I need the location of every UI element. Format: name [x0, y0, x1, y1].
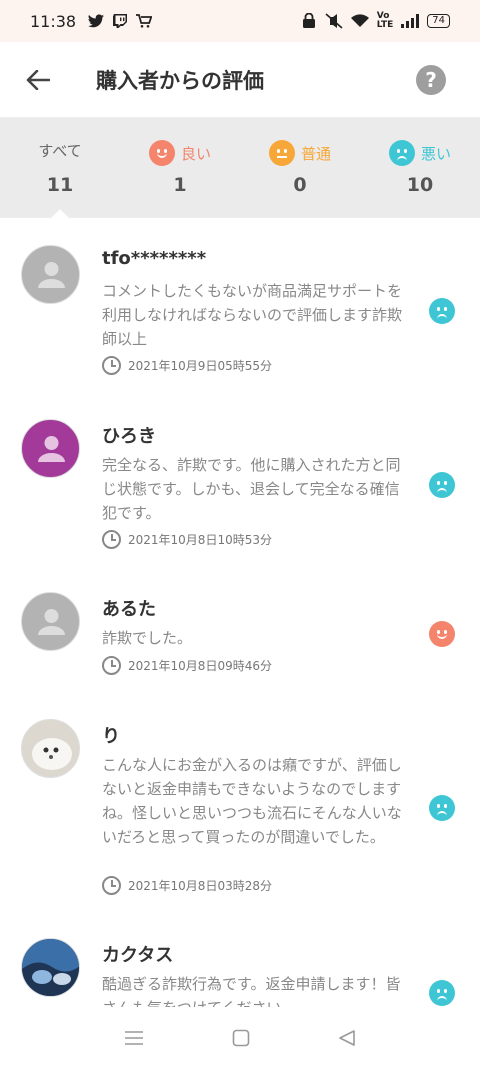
page-title: 購入者からの評価	[96, 68, 264, 93]
twitch-icon	[113, 14, 128, 28]
avatar[interactable]	[21, 938, 80, 997]
review-date-text: 2021年10月8日03時28分	[128, 879, 272, 893]
filter-all-count: 11	[46, 174, 74, 196]
wifi-icon	[350, 14, 369, 27]
avatar[interactable]	[21, 245, 80, 304]
question-mark-icon: ?	[425, 67, 437, 92]
filter-normal[interactable]: 普通 0	[240, 118, 360, 218]
review-date-text: 2021年10月8日09時46分	[128, 659, 272, 673]
help-button[interactable]: ?	[416, 64, 446, 95]
twitter-icon	[88, 14, 105, 28]
filter-good-count: 1	[173, 174, 187, 196]
app-bar: 購入者からの評価 ?	[0, 42, 480, 118]
filter-good[interactable]: 良い 1	[120, 118, 240, 218]
clock-icon	[102, 356, 121, 375]
review-date-text: 2021年10月9日05時55分	[128, 359, 272, 373]
mute-icon	[325, 13, 343, 29]
default-user-icon	[38, 436, 65, 462]
selected-indicator	[50, 209, 70, 219]
review-comment: こんな人にお金が入るのは癪ですが、評価しないと返金申請もできないようなのでします…	[102, 756, 402, 846]
back-button[interactable]	[0, 42, 76, 118]
battery-icon: 74	[427, 14, 450, 28]
nfc-lock-icon	[302, 13, 315, 28]
notification-icons	[88, 14, 153, 28]
sad-face-icon	[429, 795, 455, 821]
sad-face-icon	[429, 980, 455, 1006]
art-photo-icon	[22, 939, 79, 996]
filter-all[interactable]: すべて 11	[0, 118, 120, 219]
clock-icon	[102, 876, 121, 895]
review-comment: 酷過ぎる詐欺行為です。返金申請します！皆さんも気をつけてください。	[102, 975, 401, 1007]
filter-good-label: 良い	[180, 144, 211, 163]
arrow-left-icon	[26, 69, 50, 90]
status-bar: 11:38 Vo LTE 74	[0, 0, 480, 42]
review-date: 2021年10月8日10時53分	[102, 530, 272, 549]
shopping-cart-icon	[136, 14, 153, 28]
signal-icon	[401, 14, 420, 28]
review-comment: 詐欺でした。	[102, 629, 193, 647]
review-comment: コメントしたくもないが商品満足サポートを利用しなければならないので評価します詐欺…	[102, 282, 403, 348]
home-icon[interactable]	[232, 1029, 250, 1047]
review-comment: 完全なる、詐欺です。他に購入された方と同じ状態です。しかも、退会して完全なる確信…	[102, 456, 401, 522]
clock-icon	[102, 656, 121, 675]
avatar[interactable]	[21, 719, 80, 778]
avatar[interactable]	[21, 592, 80, 651]
recent-apps-icon[interactable]	[124, 1030, 144, 1046]
system-status-icons: Vo LTE 74	[301, 12, 450, 30]
reviewer-name: カクタス	[102, 945, 174, 966]
filter-normal-label: 普通	[300, 144, 331, 163]
review-date: 2021年10月9日05時55分	[102, 356, 272, 375]
smile-face-icon	[429, 621, 455, 647]
filter-bad-count: 10	[406, 174, 434, 196]
back-nav-icon[interactable]	[338, 1029, 356, 1047]
reviewer-name: ひろき	[102, 426, 156, 447]
avatar[interactable]	[21, 419, 80, 478]
reviewer-name: tfo********	[102, 248, 207, 269]
filter-all-label: すべて	[38, 142, 82, 160]
review-item[interactable]: カクタス 酷過ぎる詐欺行為です。返金申請します！皆さんも気をつけてください。	[0, 938, 480, 1007]
reviewer-name: あるた	[102, 599, 156, 620]
smile-face-icon	[148, 140, 175, 166]
status-time: 11:38	[30, 11, 77, 31]
review-date-text: 2021年10月8日10時53分	[128, 533, 272, 547]
review-date: 2021年10月8日03時28分	[102, 876, 272, 895]
filter-bad-label: 悪い	[420, 144, 451, 163]
sad-face-icon	[429, 472, 455, 498]
dog-photo-icon	[22, 720, 79, 777]
neutral-face-icon	[268, 140, 295, 166]
reviewer-name: り	[102, 726, 120, 747]
filter-bad[interactable]: 悪い 10	[360, 118, 480, 218]
sad-face-icon	[429, 298, 455, 324]
filter-normal-count: 0	[293, 174, 307, 196]
volte-icon: Vo LTE	[376, 11, 394, 30]
rating-summary: すべて 11 良い 1 普通 0 悪い 10	[0, 118, 480, 219]
clock-icon	[102, 530, 121, 549]
system-nav-bar	[0, 1009, 480, 1067]
sad-face-icon	[388, 140, 415, 166]
default-user-icon	[38, 609, 65, 635]
review-date: 2021年10月8日09時46分	[102, 656, 272, 675]
default-user-icon	[38, 262, 65, 288]
